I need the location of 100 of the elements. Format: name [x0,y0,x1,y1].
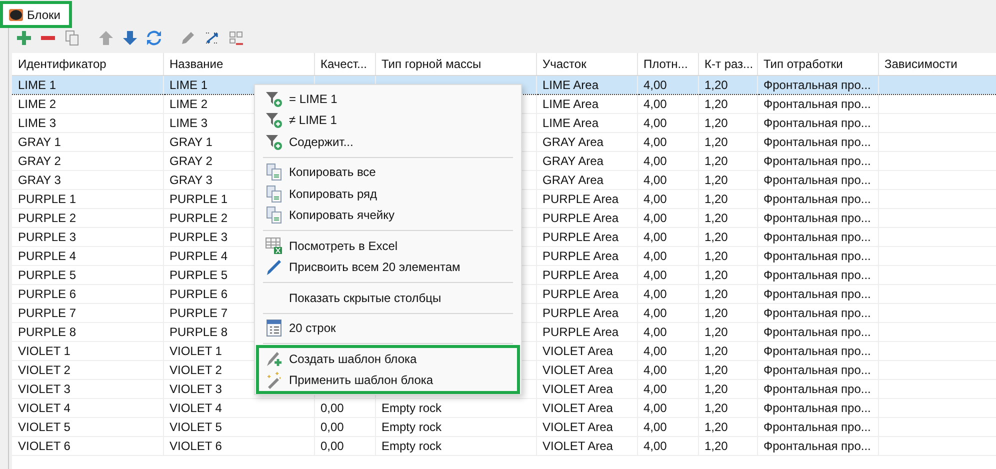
table-cell: PURPLE 2 [18,211,76,225]
table-cell: Empty rock [382,420,442,434]
table-cell: VIOLET 6 [18,439,70,453]
table-cell: PURPLE Area [542,211,619,225]
table-cell: Фронтальная про... [764,230,871,244]
table-cell: 0,00 [320,401,344,415]
table-cell: 1,20 [704,287,728,301]
table-cell: GRAY Area [542,173,604,187]
menu-item[interactable]: Посмотреть в Excel [259,235,517,256]
table-cell: Фронтальная про... [764,192,871,206]
table-cell: 4,00 [644,249,667,263]
table-cell: VIOLET Area [542,382,613,396]
menu-item[interactable]: Присвоить всем 20 элементам [259,256,517,278]
table-cell: 1,20 [704,439,728,453]
table-cell: Фронтальная про... [764,382,871,396]
table-cell: 1,20 [704,268,728,282]
table-cell: 4,00 [644,97,667,111]
table-cell: 4,00 [644,192,667,206]
pencil-icon [180,30,196,46]
table-cell: Фронтальная про... [764,306,871,320]
table-cell: PURPLE Area [542,325,619,339]
table-cell: PURPLE Area [542,230,619,244]
list-icon [265,319,283,338]
table-cell: 1,20 [704,363,728,377]
table-cell: VIOLET Area [542,401,613,415]
swap-icon [204,30,220,46]
menu-item[interactable]: Копировать ячейку [259,204,517,226]
copy-icon [265,206,283,224]
table-cell: VIOLET Area [542,420,613,434]
table-cell: GRAY Area [542,135,604,149]
table-cell: PURPLE 8 [18,325,76,339]
table-cell: Empty rock [382,439,442,453]
menu-item[interactable]: Копировать ряд [259,183,517,204]
table-cell: VIOLET Area [542,344,613,358]
table-cell: LIME 2 [18,97,56,111]
table-cell: VIOLET 4 [18,401,70,415]
plus-icon [16,30,32,46]
tab[interactable]: Блоки [2,3,70,26]
table-cell: PURPLE 4 [170,249,228,263]
table-row[interactable]: VIOLET 6 VIOLET 6 0,00 Empty rock VIOLET Area 4,00 1,20 Фронтальная про... [12,436,996,456]
table-cell: Фронтальная про... [764,116,871,130]
table-cell: PURPLE 1 [170,192,228,206]
table-cell: 4,00 [644,154,667,168]
down-arrow-icon [122,30,138,46]
table-cell: PURPLE 7 [170,306,228,320]
table-cell: 4,00 [644,116,667,130]
table-cell: Фронтальная про... [764,401,871,415]
table-cell: PURPLE 3 [170,230,228,244]
menu-item[interactable]: Содержит... [259,131,517,152]
table-cell: LIME 2 [170,97,208,111]
copy-icon [265,163,283,182]
table-cell: 4,00 [644,306,667,320]
table-cell: 1,20 [704,78,728,92]
table-cell: LIME Area [542,97,599,111]
table-cell: Фронтальная про... [764,344,871,358]
table-cell: VIOLET 1 [170,344,222,358]
table-cell: 4,00 [644,344,667,358]
table-cell: VIOLET 1 [18,344,70,358]
table-cell: Фронтальная про... [764,78,871,92]
filter-icon [265,132,283,151]
table-cell: Фронтальная про... [764,325,871,339]
refresh-icon [146,30,162,46]
table-cell: VIOLET 5 [18,420,70,434]
table-cell: Фронтальная про... [764,97,871,111]
table-cell: Фронтальная про... [764,420,871,434]
table-cell: 1,20 [704,420,728,434]
table-row[interactable]: VIOLET 4 VIOLET 4 0,00 Empty rock VIOLET Area 4,00 1,20 Фронтальная про... [12,398,996,418]
table-cell: GRAY 1 [18,135,61,149]
table-cell: PURPLE 1 [18,192,76,206]
table-cell: PURPLE Area [542,268,619,282]
table-cell: PURPLE Area [542,249,619,263]
table-cell: 4,00 [644,439,667,453]
filter-icon [265,90,283,108]
table-cell: Фронтальная про... [764,363,871,377]
table-cell: 4,00 [644,287,667,301]
table-cell: 4,00 [644,135,667,149]
table-cell: GRAY 2 [18,154,61,168]
magic-wand-icon [265,371,283,390]
table-row[interactable]: VIOLET 5 VIOLET 5 0,00 Empty rock VIOLET Area 4,00 1,20 Фронтальная про... [12,418,996,436]
table-cell: PURPLE 2 [170,211,228,225]
up-arrow-icon [98,30,114,46]
table-cell: 4,00 [644,230,667,244]
menu-item[interactable]: ≠ LIME 1 [259,110,517,131]
table-cell: VIOLET 5 [170,420,222,434]
table-cell: 1,20 [704,325,728,339]
table-cell: 4,00 [644,173,667,187]
table-cell: PURPLE Area [542,306,619,320]
table-cell: VIOLET 6 [170,439,222,453]
table-cell: Фронтальная про... [764,154,871,168]
table-cell: 1,20 [704,401,728,415]
table-cell: 4,00 [644,78,667,92]
table-cell: 1,20 [704,306,728,320]
table-cell: Фронтальная про... [764,287,871,301]
grid-icon [228,30,244,46]
table-cell: LIME 1 [170,78,208,92]
table-cell: 1,20 [704,116,728,130]
table-cell: VIOLET 2 [18,363,70,377]
table-cell: LIME 3 [18,116,56,130]
brush-plus-icon [265,350,283,368]
table-cell: VIOLET 3 [170,382,222,396]
